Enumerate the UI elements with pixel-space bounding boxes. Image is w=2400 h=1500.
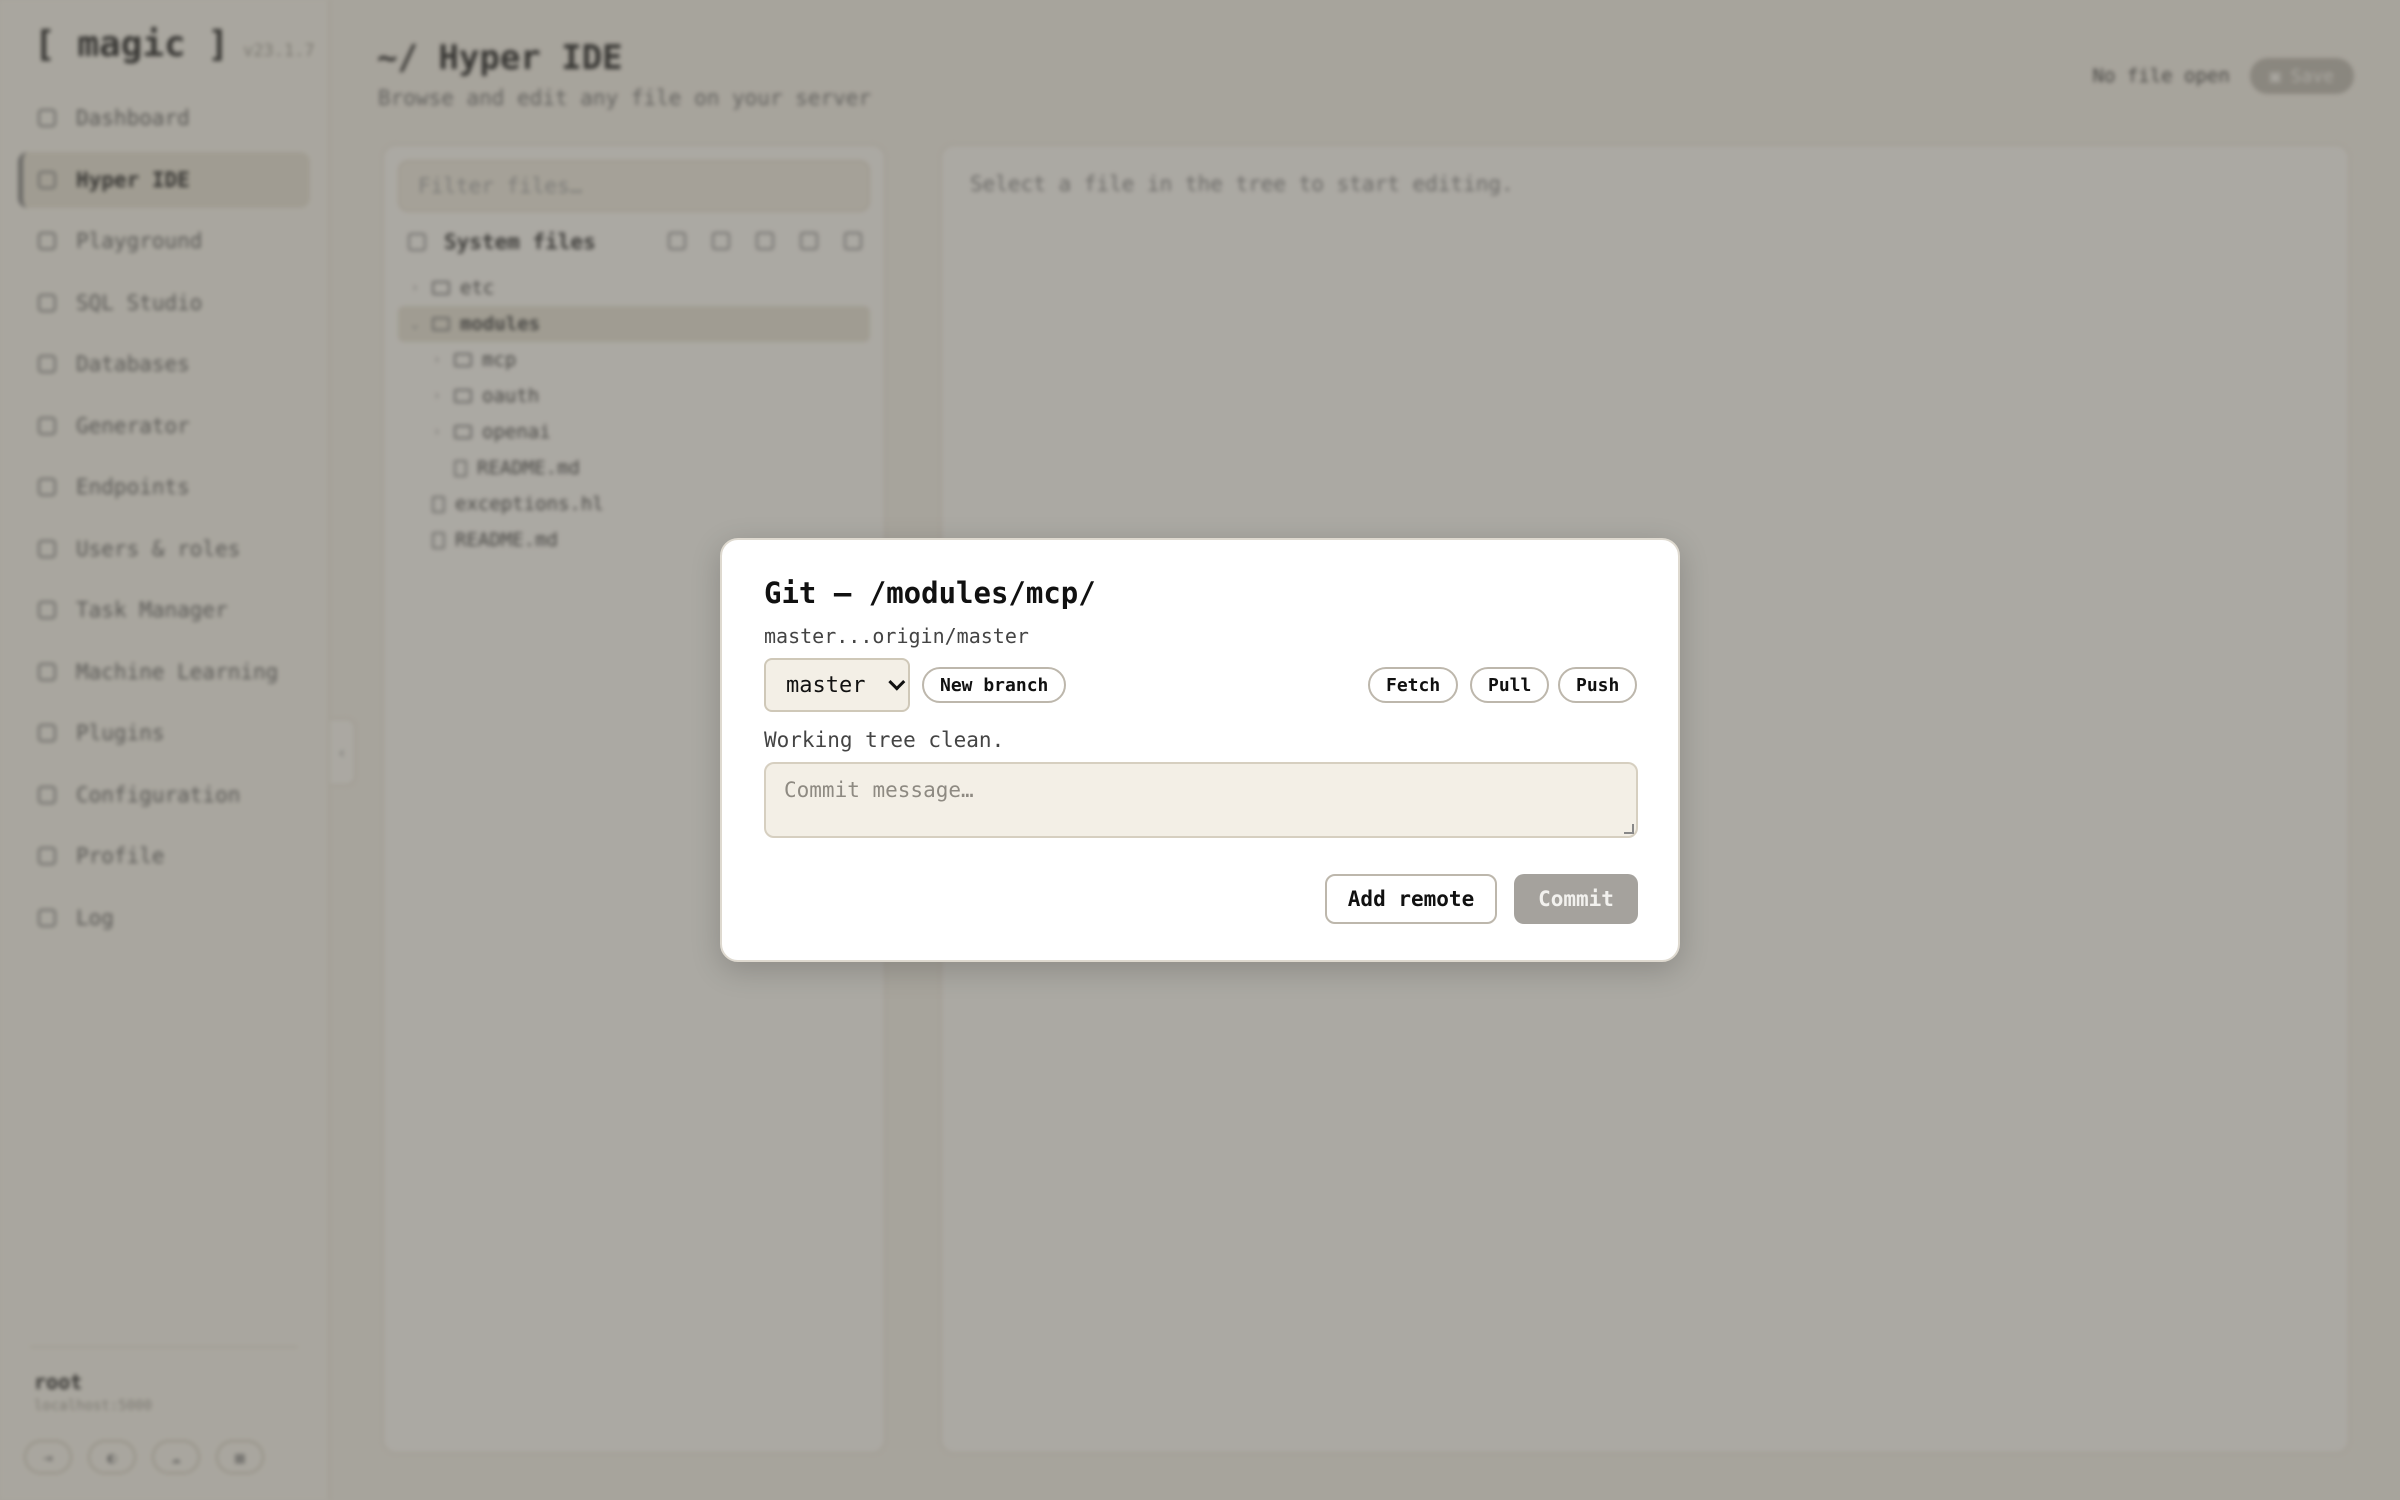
add-remote-button[interactable]: Add remote	[1325, 874, 1497, 924]
commit-message-input[interactable]	[764, 762, 1638, 838]
branch-select[interactable]: master	[764, 658, 910, 712]
pull-button[interactable]: Pull	[1470, 667, 1550, 703]
branch-tracking: master...origin/master	[764, 624, 1029, 648]
git-modal: Git — /modules/mcp/ master...origin/mast…	[720, 538, 1680, 962]
branch-select-value: master	[786, 672, 866, 698]
fetch-button[interactable]: Fetch	[1368, 667, 1459, 703]
git-modal-title: Git — /modules/mcp/	[764, 576, 1096, 610]
new-branch-button[interactable]: New branch	[922, 667, 1067, 703]
chevron-down-icon	[888, 673, 906, 691]
working-tree-status: Working tree clean.	[764, 728, 1005, 752]
commit-button[interactable]: Commit	[1514, 874, 1638, 924]
push-button[interactable]: Push	[1558, 667, 1638, 703]
